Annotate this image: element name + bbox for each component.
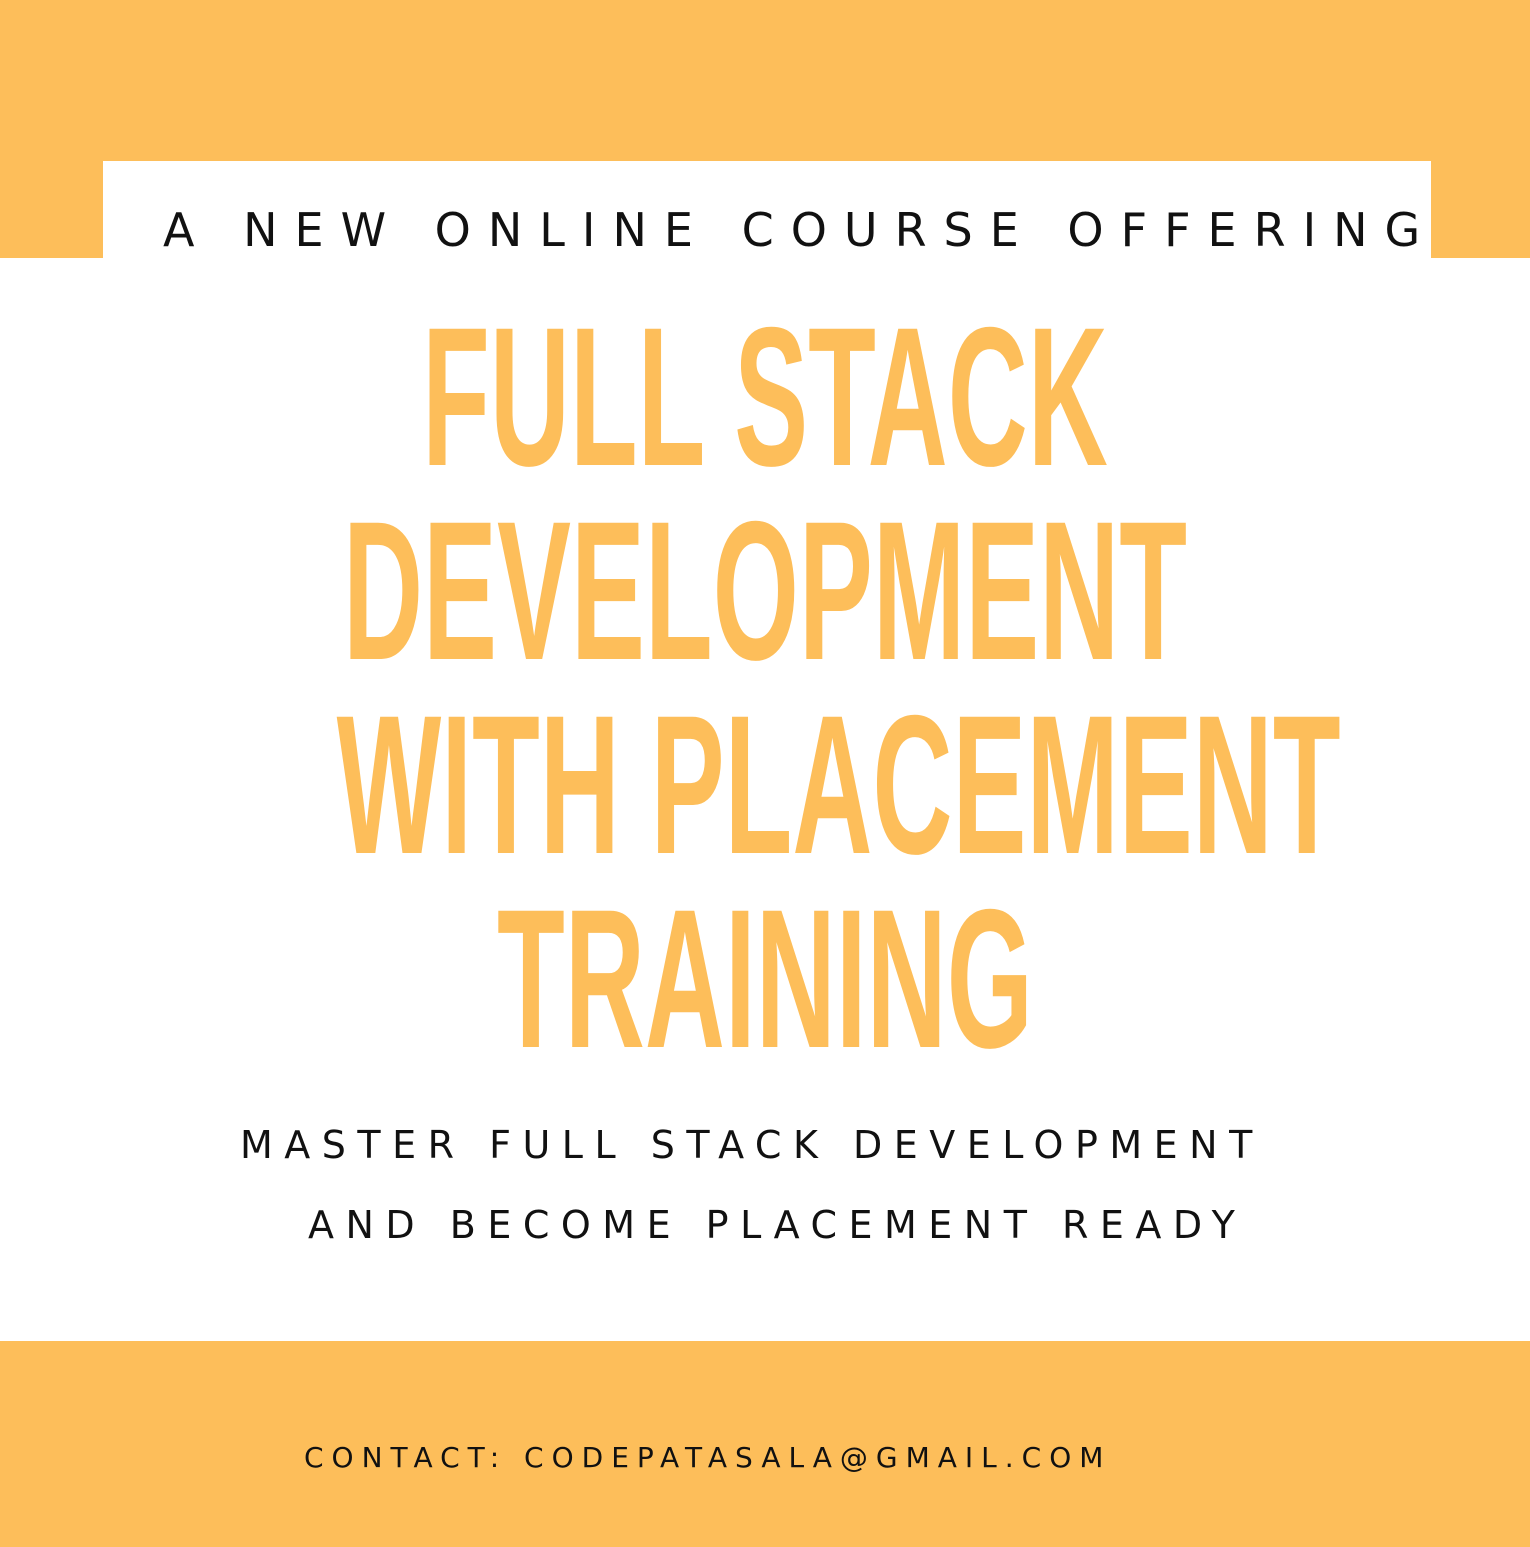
title-line: FULL STACK (422, 286, 1108, 507)
contact-label: CONTACT: (304, 1441, 508, 1474)
eyebrow-text: A NEW ONLINE COURSE OFFERING (163, 203, 1438, 257)
subtitle-line-2: AND BECOME PLACEMENT READY (308, 1203, 1247, 1247)
contact-email-link[interactable]: CODEPATASALA@GMAIL.COM (524, 1441, 1111, 1474)
subtitle-line-1: MASTER FULL STACK DEVELOPMENT (240, 1123, 1264, 1167)
title-line: WITH PLACEMENT (336, 674, 1341, 895)
contact-info: CONTACT: CODEPATASALA@GMAIL.COM (304, 1440, 1111, 1476)
title-line: DEVELOPMENT (342, 480, 1187, 701)
course-title: FULL STACK DEVELOPMENT WITH PLACEMENT TR… (336, 286, 1341, 1089)
title-line: TRAINING (497, 868, 1033, 1089)
